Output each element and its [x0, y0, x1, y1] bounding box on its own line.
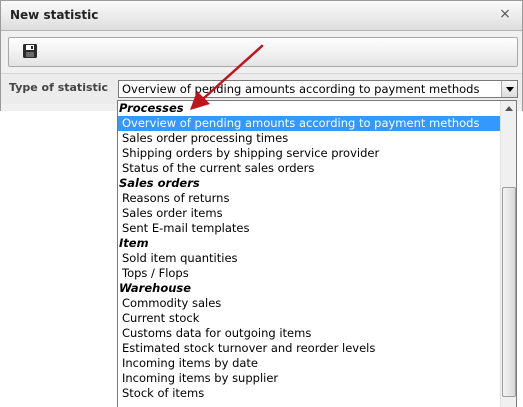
list-option[interactable]: Sent E-mail templates	[118, 221, 500, 236]
floppy-disk-icon[interactable]	[22, 43, 38, 59]
list-option[interactable]: Sales order items	[118, 206, 500, 221]
scrollbar-thumb[interactable]	[502, 187, 516, 397]
scroll-up-arrow-icon[interactable]	[501, 101, 516, 116]
type-of-statistic-select[interactable]: Overview of pending amounts according to…	[118, 80, 518, 98]
list-group-header: Warehouse	[119, 281, 192, 295]
type-of-statistic-label: Type of statistic	[9, 81, 109, 94]
dialog-title: New statistic	[10, 8, 99, 22]
list-option[interactable]: Shipping orders by shipping service prov…	[118, 146, 500, 161]
list-option[interactable]: Customs data for outgoing items	[118, 326, 500, 341]
list-option[interactable]: Reasons of returns	[118, 191, 500, 206]
dialog-titlebar[interactable]: New statistic ×	[1, 1, 522, 31]
list-option[interactable]: Sales order processing times	[118, 131, 500, 146]
list-option[interactable]: Incoming items by date	[118, 356, 500, 371]
list-option[interactable]: Commodity sales	[118, 296, 500, 311]
list-option[interactable]: Sold item quantities	[118, 251, 500, 266]
chevron-down-icon[interactable]	[501, 81, 517, 97]
list-option[interactable]: Incoming items by supplier	[118, 371, 500, 386]
option-list: Processes Overview of pending amounts acc…	[118, 101, 500, 401]
select-value: Overview of pending amounts according to…	[122, 82, 480, 96]
scrollbar[interactable]	[500, 101, 516, 407]
list-group-header: Item	[119, 236, 149, 250]
list-option[interactable]: Current stock	[118, 311, 500, 326]
close-icon[interactable]: ×	[498, 6, 512, 22]
list-group-header: Sales orders	[119, 176, 200, 190]
list-option[interactable]: Status of the current sales orders	[118, 161, 500, 176]
list-group-header: Processes	[119, 101, 184, 115]
list-option[interactable]: Estimated stock turnover and reorder lev…	[118, 341, 500, 356]
new-statistic-dialog: New statistic × Type of statistic Overvi…	[0, 0, 523, 111]
dialog-toolbar	[8, 37, 518, 67]
statistic-type-dropdown-list[interactable]: Processes Overview of pending amounts acc…	[117, 100, 517, 407]
list-option[interactable]: Stock of items	[118, 386, 500, 401]
list-option[interactable]: Overview of pending amounts according to…	[118, 116, 500, 131]
list-option[interactable]: Tops / Flops	[118, 266, 500, 281]
